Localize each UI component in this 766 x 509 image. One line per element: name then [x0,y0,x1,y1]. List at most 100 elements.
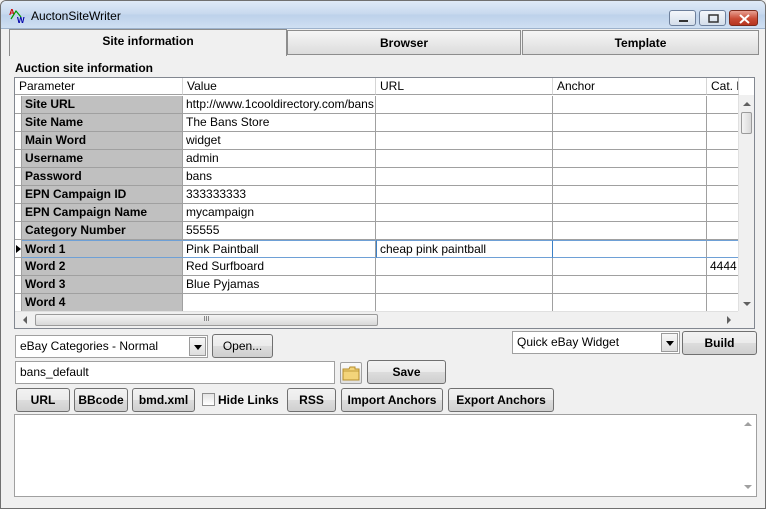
table-row[interactable]: Word 2 Red Surfboard 4444 [15,258,739,276]
anchor-cell[interactable] [553,150,707,168]
anchor-cell[interactable] [553,276,707,294]
scroll-right-icon[interactable] [721,312,737,328]
param-cell[interactable]: Word 3 [22,276,183,294]
tab-template[interactable]: Template [522,30,759,55]
row-selector[interactable] [15,168,22,186]
table-row[interactable]: Site URL http://www.1cooldirectory.com/ba… [15,96,739,114]
url-cell[interactable] [376,132,553,150]
row-selector[interactable] [15,186,22,204]
param-cell[interactable]: Password [22,168,183,186]
filename-input[interactable]: bans_default [15,361,335,384]
scroll-down-icon[interactable] [739,297,755,311]
url-cell[interactable] [376,276,553,294]
column-header-anchor[interactable]: Anchor [553,78,707,95]
param-cell[interactable]: Main Word [22,132,183,150]
table-row[interactable]: Main Word widget [15,132,739,150]
anchor-cell[interactable] [553,240,707,258]
tab-browser[interactable]: Browser [287,30,521,55]
value-cell[interactable]: widget [183,132,376,150]
anchor-cell[interactable] [553,186,707,204]
cat-number-cell[interactable] [707,294,739,312]
cat-number-cell[interactable] [707,150,739,168]
bbcode-button[interactable]: BBcode [74,388,128,412]
hide-links-checkbox-box[interactable] [202,393,215,406]
cat-number-cell[interactable] [707,96,739,114]
maximize-button[interactable] [699,10,726,26]
url-button[interactable]: URL [16,388,70,412]
value-cell[interactable]: 55555 [183,222,376,240]
column-header-cat-number[interactable]: Cat. N [707,78,739,95]
url-cell[interactable] [376,96,553,114]
url-cell[interactable] [376,168,553,186]
url-cell[interactable]: cheap pink paintball [376,240,553,258]
url-cell[interactable] [376,294,553,312]
cat-number-cell[interactable] [707,132,739,150]
row-selector[interactable] [15,294,22,312]
cat-number-cell[interactable] [707,168,739,186]
cat-number-cell[interactable] [707,114,739,132]
row-selector[interactable] [15,150,22,168]
value-cell[interactable]: Pink Paintball [183,240,376,258]
value-cell[interactable] [183,294,376,312]
table-row[interactable]: EPN Campaign Name mycampaign [15,204,739,222]
vertical-scroll-thumb[interactable] [741,112,752,134]
row-selector[interactable] [15,240,22,258]
anchor-cell[interactable] [553,204,707,222]
param-cell[interactable]: Site Name [22,114,183,132]
column-header-url[interactable]: URL [376,78,553,95]
column-header-parameter[interactable]: Parameter [15,78,183,95]
row-selector[interactable] [15,132,22,150]
rss-button[interactable]: RSS [287,388,336,412]
table-row[interactable]: Word 4 [15,294,739,312]
row-selector[interactable] [15,222,22,240]
param-cell[interactable]: Word 4 [22,294,183,312]
url-cell[interactable] [376,186,553,204]
value-cell[interactable]: 333333333 [183,186,376,204]
tab-site-information[interactable]: Site information [9,29,287,56]
cat-number-cell[interactable] [707,222,739,240]
output-textarea[interactable] [14,414,757,497]
anchor-cell[interactable] [553,222,707,240]
value-cell[interactable]: http://www.1cooldirectory.com/bans [183,96,376,114]
save-button[interactable]: Save [367,360,446,384]
param-cell[interactable]: Word 1 [22,240,183,258]
close-button[interactable] [729,10,758,26]
table-row[interactable]: Username admin [15,150,739,168]
value-cell[interactable]: The Bans Store [183,114,376,132]
url-cell[interactable] [376,114,553,132]
row-selector[interactable] [15,114,22,132]
open-button[interactable]: Open... [212,334,273,358]
minimize-button[interactable] [669,10,696,26]
horizontal-scroll-thumb[interactable]: III [35,314,378,326]
grid-vertical-scrollbar[interactable] [738,95,754,312]
widget-select[interactable]: Quick eBay Widget [512,331,680,354]
param-cell[interactable]: EPN Campaign Name [22,204,183,222]
row-selector[interactable] [15,204,22,222]
value-cell[interactable]: Blue Pyjamas [183,276,376,294]
scroll-up-icon[interactable] [740,417,756,431]
cat-number-cell[interactable] [707,276,739,294]
table-row[interactable]: Word 3 Blue Pyjamas [15,276,739,294]
table-row[interactable]: Password bans [15,168,739,186]
import-anchors-button[interactable]: Import Anchors [341,388,443,412]
anchor-cell[interactable] [553,132,707,150]
anchor-cell[interactable] [553,294,707,312]
table-row[interactable]: Site Name The Bans Store [15,114,739,132]
cat-number-cell[interactable]: 4444 [707,258,739,276]
row-selector[interactable] [15,276,22,294]
cat-number-cell[interactable] [707,204,739,222]
cat-number-cell[interactable] [707,186,739,204]
url-cell[interactable] [376,222,553,240]
grid-horizontal-scrollbar[interactable]: III [15,311,739,328]
url-cell[interactable] [376,150,553,168]
output-vertical-scrollbar[interactable] [740,415,756,496]
anchor-cell[interactable] [553,114,707,132]
table-row[interactable]: Category Number 55555 [15,222,739,240]
param-cell[interactable]: Username [22,150,183,168]
build-button[interactable]: Build [682,331,757,355]
chevron-down-icon[interactable] [661,333,678,352]
param-cell[interactable]: Word 2 [22,258,183,276]
anchor-cell[interactable] [553,168,707,186]
table-row[interactable]: EPN Campaign ID 333333333 [15,186,739,204]
browse-folder-button[interactable] [340,362,362,384]
